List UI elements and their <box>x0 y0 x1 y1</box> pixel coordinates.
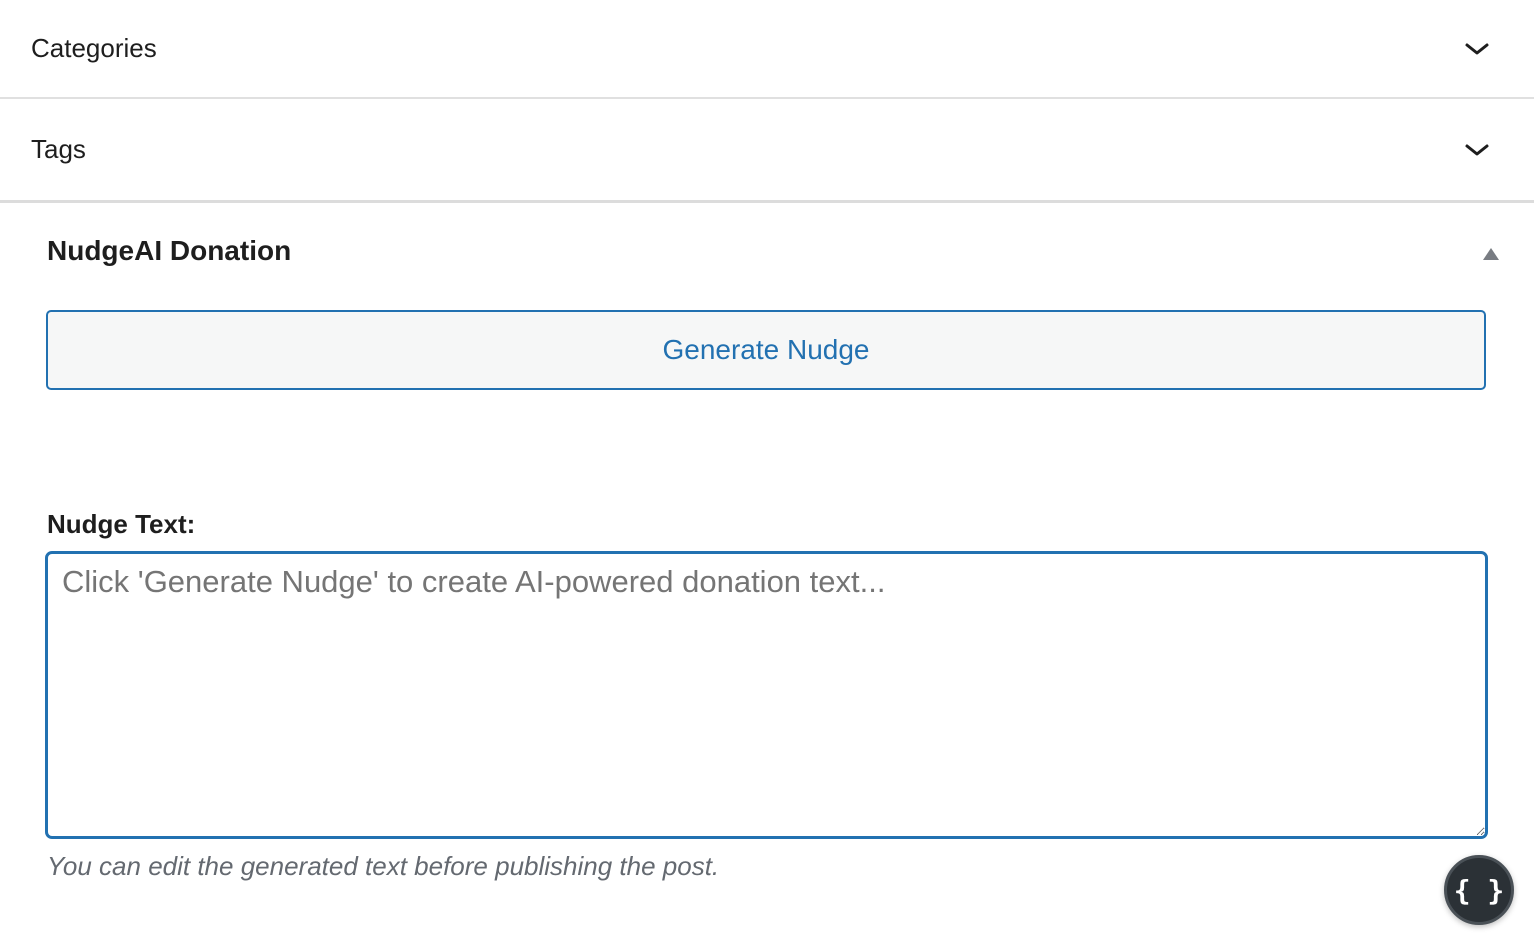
box-title: NudgeAI Donation <box>47 235 292 266</box>
chevron-down-icon[interactable] <box>1464 137 1490 163</box>
triangle-up-icon[interactable] <box>1476 243 1506 265</box>
panel-tags[interactable]: Tags <box>0 99 1534 203</box>
chevron-down-icon[interactable] <box>1464 36 1490 62</box>
generate-nudge-button[interactable]: Generate Nudge <box>46 310 1486 390</box>
code-braces-icon[interactable]: { } <box>1444 855 1514 925</box>
nudge-text-textarea[interactable] <box>45 551 1488 839</box>
nudge-text-label: Nudge Text: <box>47 509 196 539</box>
help-text: You can edit the generated text before p… <box>47 851 720 881</box>
panel-title-tags: Tags <box>31 134 86 164</box>
panel-title-categories: Categories <box>31 33 157 63</box>
fab-label: { } <box>1453 873 1505 907</box>
panel-categories[interactable]: Categories <box>0 0 1534 99</box>
nudgeai-donation-box: NudgeAI Donation Generate Nudge Nudge Te… <box>0 203 1534 944</box>
